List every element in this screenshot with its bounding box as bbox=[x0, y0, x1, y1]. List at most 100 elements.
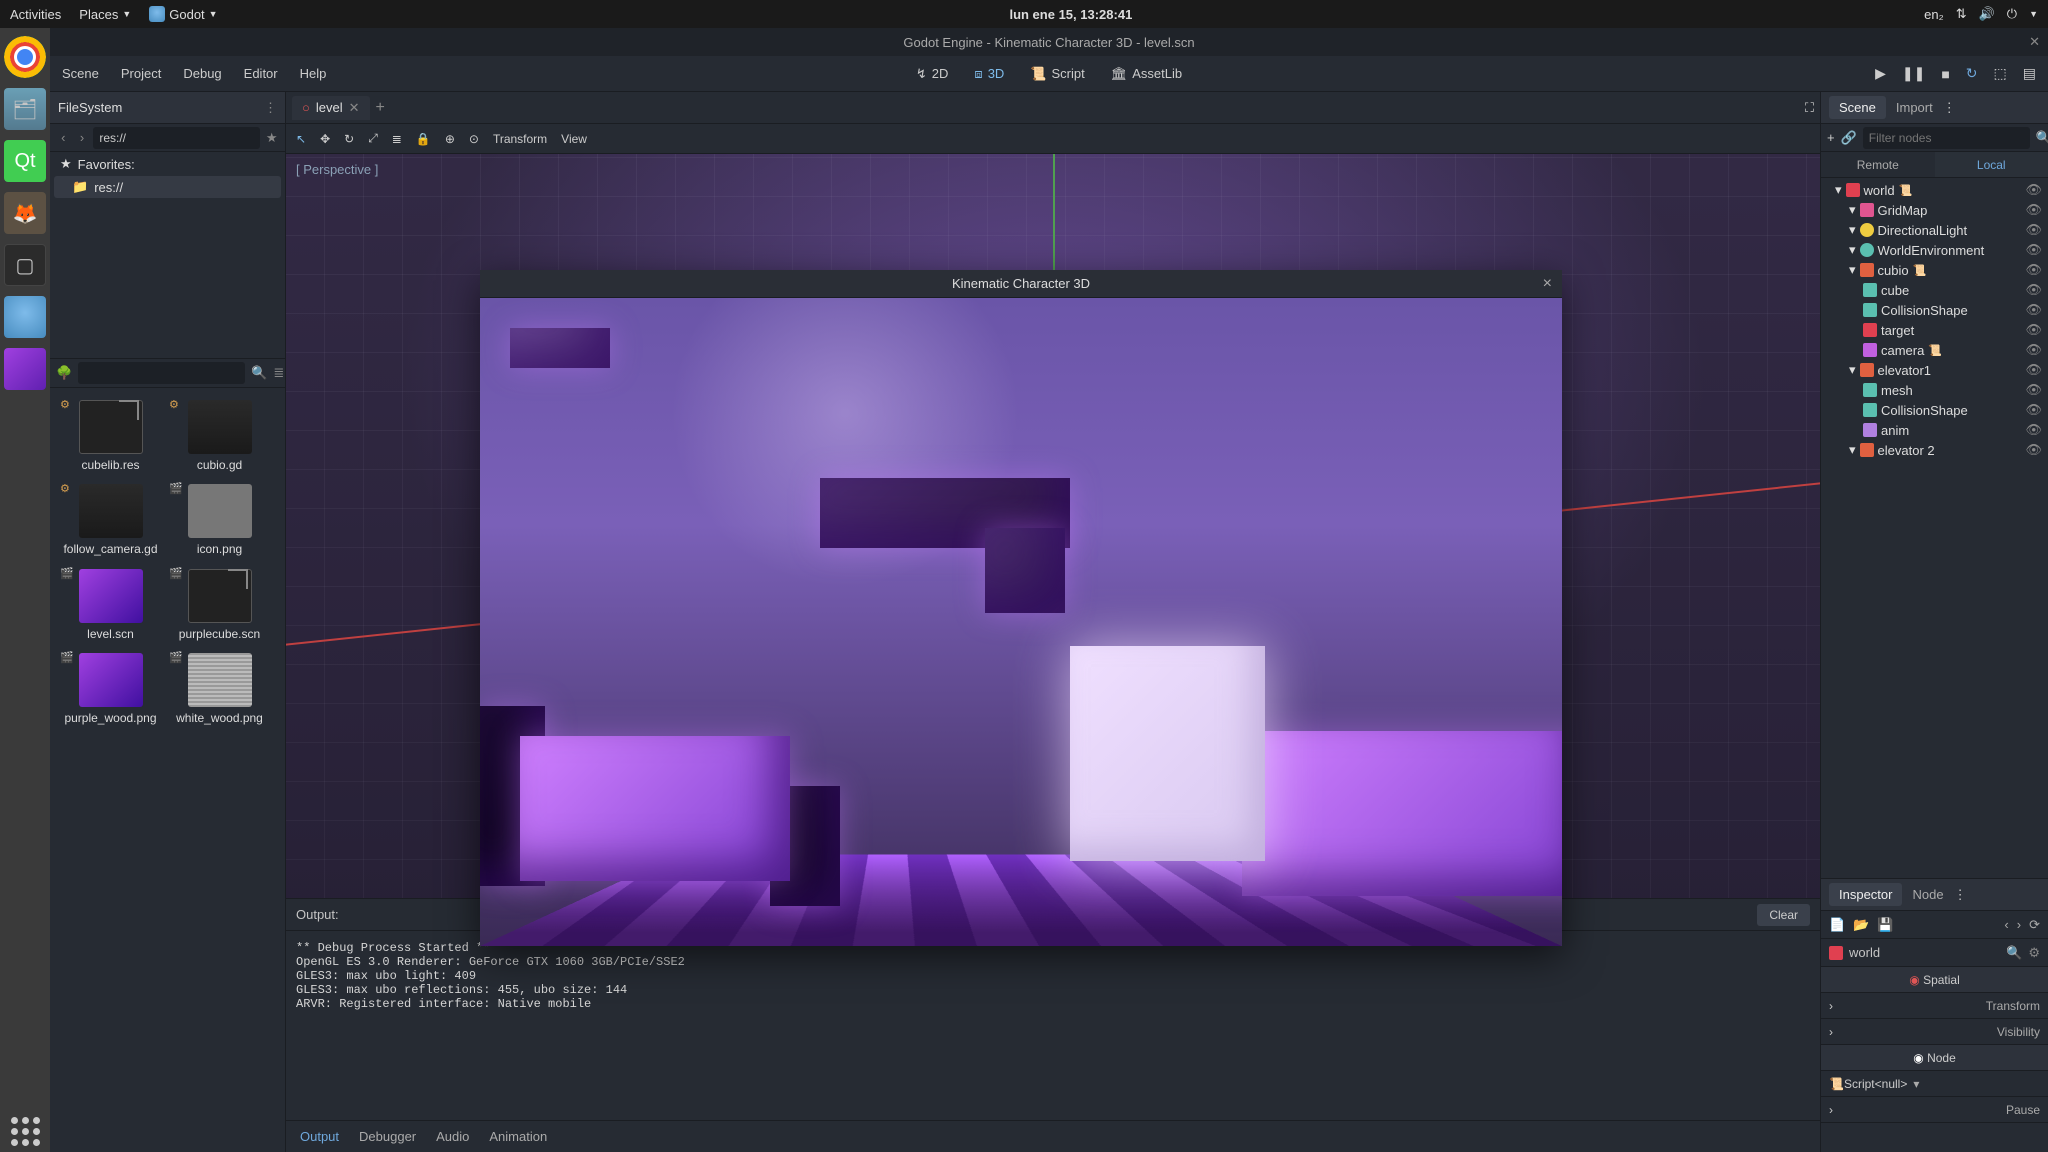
game-viewport[interactable] bbox=[480, 298, 1562, 946]
game-run-window[interactable]: Kinematic Character 3D × bbox=[480, 270, 1562, 946]
scene-node-row[interactable]: ▾ WorldEnvironment👁 bbox=[1821, 240, 2048, 260]
file-item[interactable]: 🎬purplecube.scn bbox=[167, 565, 272, 645]
perspective-label[interactable]: [ Perspective ] bbox=[296, 162, 378, 177]
workspace-2d[interactable]: ↯ 2D bbox=[908, 62, 957, 86]
scene-node-row[interactable]: ▾ GridMap👁 bbox=[1821, 200, 2048, 220]
menu-help[interactable]: Help bbox=[300, 66, 327, 81]
insp-back-icon[interactable]: ‹ bbox=[2004, 917, 2008, 932]
file-item[interactable]: 🎬purple_wood.png bbox=[58, 649, 163, 729]
scene-node-row[interactable]: ▾ cubio📜👁 bbox=[1821, 260, 2048, 280]
scene-panel-menu-icon[interactable]: ⋮ bbox=[1943, 100, 1956, 116]
volume-icon[interactable]: 🔊 bbox=[1979, 6, 1995, 22]
prop-visibility[interactable]: › Visibility bbox=[1821, 1019, 2048, 1045]
tab-debugger[interactable]: Debugger bbox=[359, 1129, 416, 1144]
lock-tool-icon[interactable]: 🔒 bbox=[416, 132, 431, 146]
game-close-icon[interactable]: × bbox=[1543, 275, 1552, 293]
tab-scene[interactable]: Scene bbox=[1829, 96, 1886, 119]
places-menu[interactable]: Places ▼ bbox=[79, 7, 131, 22]
filesystem-menu-icon[interactable]: ⋮ bbox=[264, 100, 277, 116]
fs-search-icon[interactable]: 🔍 bbox=[251, 365, 267, 381]
prop-pause[interactable]: › Pause bbox=[1821, 1097, 2048, 1123]
move-tool-icon[interactable]: ✥ bbox=[320, 132, 330, 146]
file-item[interactable]: ⚙follow_camera.gd bbox=[58, 480, 163, 560]
scene-tab[interactable]: ○ level ✕ bbox=[292, 96, 370, 120]
close-tab-icon[interactable]: ✕ bbox=[349, 100, 360, 116]
tab-output[interactable]: Output bbox=[300, 1129, 339, 1144]
insp-open-icon[interactable]: 📂 bbox=[1853, 917, 1869, 933]
menu-scene[interactable]: Scene bbox=[62, 66, 99, 81]
insp-save-icon[interactable]: 💾 bbox=[1877, 917, 1893, 933]
power-icon[interactable]: ⏻ bbox=[2007, 6, 2017, 22]
activities-menu[interactable]: Activities bbox=[10, 7, 61, 22]
workspace-3d[interactable]: ⧈ 3D bbox=[966, 62, 1012, 86]
fs-list-icon[interactable]: ≣ bbox=[273, 365, 284, 381]
section-spatial[interactable]: ◉ Spatial bbox=[1821, 967, 2048, 993]
insp-search-icon[interactable]: 🔍 bbox=[2006, 945, 2022, 961]
launcher-gimp[interactable]: 🦊 bbox=[4, 192, 46, 234]
favorites-header[interactable]: ★ Favorites: bbox=[50, 152, 285, 176]
clock[interactable]: lun ene 15, 13:28:41 bbox=[218, 7, 1925, 22]
tab-import[interactable]: Import bbox=[1886, 96, 1943, 119]
system-dropdown-icon[interactable]: ▼ bbox=[2029, 9, 2038, 19]
remote-tab[interactable]: Remote bbox=[1821, 152, 1935, 177]
reload-button[interactable]: ↻ bbox=[1966, 65, 1978, 82]
file-item[interactable]: ⚙cubelib.res bbox=[58, 396, 163, 476]
menu-editor[interactable]: Editor bbox=[244, 66, 278, 81]
select-tool-icon[interactable]: ↖ bbox=[296, 132, 306, 146]
menu-project[interactable]: Project bbox=[121, 66, 161, 81]
path-forward-icon[interactable]: › bbox=[75, 130, 90, 145]
prop-script[interactable]: 📜 Script<null>▾ bbox=[1821, 1071, 2048, 1097]
tab-animation[interactable]: Animation bbox=[489, 1129, 547, 1144]
play-scene-button[interactable]: ⬚ bbox=[1994, 65, 2007, 82]
scene-node-row[interactable]: CollisionShape👁 bbox=[1821, 400, 2048, 420]
launcher-running-game[interactable] bbox=[4, 348, 46, 390]
tab-inspector[interactable]: Inspector bbox=[1829, 883, 1902, 906]
play-button[interactable]: ▶ bbox=[1875, 65, 1886, 82]
list-tool-icon[interactable]: ≣ bbox=[392, 132, 402, 146]
add-node-icon[interactable]: + bbox=[1827, 130, 1835, 145]
file-item[interactable]: 🎬level.scn bbox=[58, 565, 163, 645]
stop-button[interactable]: ■ bbox=[1941, 66, 1949, 82]
tab-audio[interactable]: Audio bbox=[436, 1129, 469, 1144]
scene-node-row[interactable]: ▾ DirectionalLight👁 bbox=[1821, 220, 2048, 240]
insp-config-icon[interactable]: ⚙ bbox=[2028, 945, 2040, 961]
scene-node-row[interactable]: cube👁 bbox=[1821, 280, 2048, 300]
scale-tool-icon[interactable]: ⤢ bbox=[368, 131, 378, 146]
input-lang-indicator[interactable]: en₂ bbox=[1924, 7, 1944, 22]
view-menu[interactable]: View bbox=[561, 132, 587, 146]
scene-node-row[interactable]: camera📜👁 bbox=[1821, 340, 2048, 360]
game-titlebar[interactable]: Kinematic Character 3D × bbox=[480, 270, 1562, 298]
path-back-icon[interactable]: ‹ bbox=[56, 130, 71, 145]
launcher-chrome[interactable] bbox=[4, 36, 46, 78]
play-custom-button[interactable]: ▤ bbox=[2023, 65, 2036, 82]
distraction-free-icon[interactable]: ⛶ bbox=[1805, 100, 1814, 116]
launcher-terminal[interactable]: ▢ bbox=[4, 244, 46, 286]
group-tool-icon[interactable]: ⊕ bbox=[445, 132, 455, 146]
scene-node-row[interactable]: anim👁 bbox=[1821, 420, 2048, 440]
workspace-script[interactable]: 📜 Script bbox=[1022, 62, 1092, 86]
camera-tool-icon[interactable]: ⊙ bbox=[469, 132, 479, 146]
filter-nodes-input[interactable] bbox=[1863, 127, 2030, 149]
favorite-toggle-icon[interactable]: ★ bbox=[264, 130, 279, 146]
show-applications[interactable] bbox=[4, 1110, 46, 1152]
scene-node-row[interactable]: mesh👁 bbox=[1821, 380, 2048, 400]
launcher-qt[interactable]: Qt bbox=[4, 140, 46, 182]
file-item[interactable]: 🎬icon.png bbox=[167, 480, 272, 560]
path-input[interactable] bbox=[93, 127, 260, 149]
insp-fwd-icon[interactable]: › bbox=[2017, 917, 2021, 932]
insp-history-icon[interactable]: ⟳ bbox=[2029, 917, 2040, 933]
fs-search-input[interactable] bbox=[78, 362, 245, 384]
scene-node-row[interactable]: CollisionShape👁 bbox=[1821, 300, 2048, 320]
add-tab-icon[interactable]: + bbox=[376, 99, 385, 117]
menu-debug[interactable]: Debug bbox=[183, 66, 221, 81]
tab-node[interactable]: Node bbox=[1902, 883, 1953, 906]
app-menu[interactable]: Godot ▼ bbox=[149, 6, 217, 22]
scene-node-row[interactable]: ▾ world📜👁 bbox=[1821, 180, 2048, 200]
file-item[interactable]: 🎬white_wood.png bbox=[167, 649, 272, 729]
filter-search-icon[interactable]: 🔍 bbox=[2036, 130, 2048, 146]
scene-node-row[interactable]: ▾ elevator1👁 bbox=[1821, 360, 2048, 380]
pause-button[interactable]: ❚❚ bbox=[1902, 65, 1925, 82]
transform-menu[interactable]: Transform bbox=[493, 132, 547, 146]
prop-transform[interactable]: › Transform bbox=[1821, 993, 2048, 1019]
fs-tree-root[interactable]: 📁 res:// bbox=[54, 176, 281, 198]
